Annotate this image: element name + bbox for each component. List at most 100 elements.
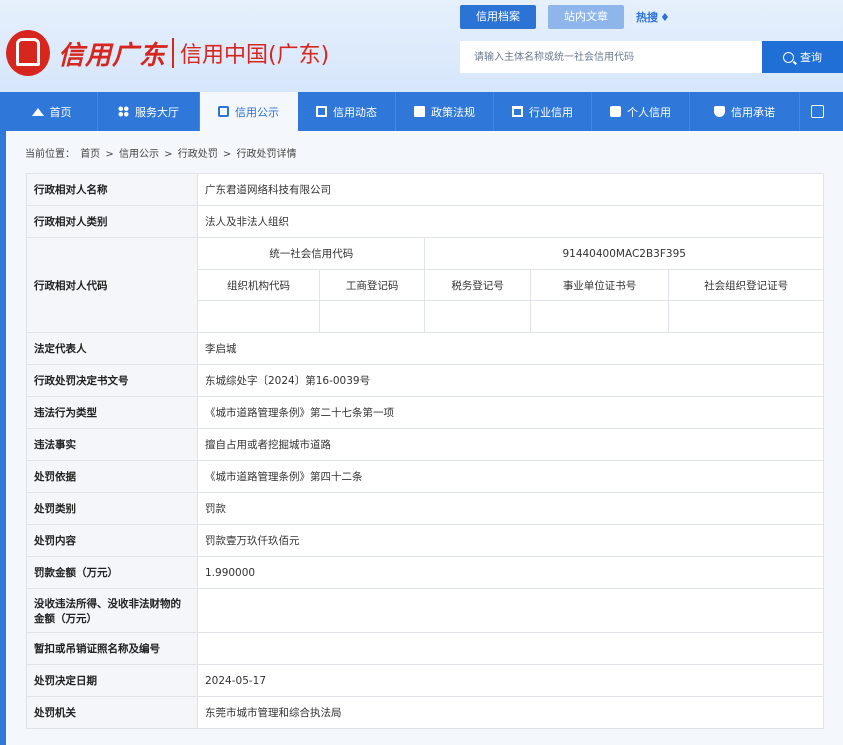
row-value: 东莞市城市管理和综合执法局 — [197, 696, 824, 729]
code-value — [529, 300, 670, 333]
nav-item-label: 信用承诺 — [731, 105, 775, 119]
nav-item-label: 信用动态 — [333, 105, 377, 119]
nav-item-label: 首页 — [49, 105, 72, 119]
code-header: 税务登记号 — [424, 269, 531, 301]
table-row: 违法事实 擅自占用或者挖掘城市道路 — [26, 428, 824, 461]
hot-search-link[interactable]: 热搜 ♦ — [636, 5, 670, 29]
nav-item-home[interactable]: 首页 — [6, 92, 98, 131]
row-value: 东城综处字〔2024〕第16-0039号 — [197, 364, 824, 397]
search-input[interactable] — [460, 41, 762, 73]
main-content: 当前位置： 首页 > 信用公示 > 行政处罚 > 行政处罚详情 行政相对人名称 … — [6, 131, 843, 745]
nav-item-credit-commitment[interactable]: 信用承诺 — [690, 92, 800, 131]
table-row: 处罚依据 《城市道路管理条例》第四十二条 — [26, 460, 824, 493]
row-value: 《城市道路管理条例》第二十七条第一项 — [197, 396, 824, 429]
breadcrumb: 当前位置： 首页 > 信用公示 > 行政处罚 > 行政处罚详情 — [25, 145, 298, 160]
row-label: 处罚类别 — [26, 492, 198, 525]
row-label: 罚款金额（万元） — [26, 556, 198, 589]
search-bar: 查询 — [460, 41, 843, 73]
row-label: 违法行为类型 — [26, 396, 198, 429]
table-row: 行政相对人类别 法人及非法人组织 — [26, 205, 824, 238]
nav-item-policy[interactable]: 政策法规 — [396, 92, 494, 131]
nav-item-industry-credit[interactable]: 行业信用 — [494, 92, 592, 131]
row-value: 李启城 — [197, 332, 824, 365]
row-value: 罚款 — [197, 492, 824, 525]
code-value — [668, 300, 824, 333]
nav-item-service-hall[interactable]: 服务大厅 — [98, 92, 200, 131]
breadcrumb-item-penalty[interactable]: 行政处罚 — [178, 149, 218, 160]
logo-script-text: 信用广东 — [58, 40, 167, 71]
breadcrumb-item-home[interactable]: 首页 — [80, 149, 100, 160]
home-icon — [31, 107, 44, 116]
penalty-detail-table: 行政相对人名称 广东君道网络科技有限公司 行政相对人类别 法人及非法人组织 行政… — [26, 173, 824, 729]
book-icon — [414, 106, 425, 117]
breadcrumb-item-publicity[interactable]: 信用公示 — [119, 149, 159, 160]
building-icon — [512, 106, 523, 117]
code-value — [424, 300, 531, 333]
table-row: 暂扣或吊销证照名称及编号 — [26, 632, 824, 665]
table-row: 罚款金额（万元） 1.990000 — [26, 556, 824, 589]
row-value: 法人及非法人组织 — [197, 205, 824, 238]
table-row: 处罚内容 罚款壹万玖仟玖佰元 — [26, 524, 824, 557]
table-row: 行政相对人代码 统一社会信用代码 91440400MAC2B3F395 — [26, 237, 824, 333]
code-header: 组织机构代码 — [197, 269, 320, 301]
row-value: 1.990000 — [197, 556, 824, 589]
row-value: 《城市道路管理条例》第四十二条 — [197, 460, 824, 493]
expand-icon — [810, 105, 824, 118]
tab-credit-archive[interactable]: 信用档案 — [460, 5, 536, 29]
uscc-label: 统一社会信用代码 — [196, 237, 426, 270]
row-value: 2024-05-17 — [197, 664, 824, 697]
logo-emblem-icon — [6, 30, 50, 76]
row-label: 没收违法所得、没收非法财物的金额（万元） — [26, 588, 198, 633]
table-row: 法定代表人 李启城 — [26, 332, 824, 365]
row-label: 法定代表人 — [26, 332, 198, 365]
row-value — [197, 632, 824, 665]
row-label: 行政处罚决定书文号 — [26, 364, 198, 397]
main-nav: 首页 服务大厅 信用公示 信用动态 政策法规 行业信用 个人信用 信用承诺 — [6, 92, 843, 131]
code-header: 工商登记码 — [318, 269, 426, 301]
row-value: 广东君道网络科技有限公司 — [197, 173, 824, 206]
nav-item-credit-news[interactable]: 信用动态 — [298, 92, 396, 131]
logo-text: 信用中国(广东) — [180, 43, 330, 68]
row-label: 行政相对人名称 — [26, 173, 198, 206]
nav-item-label: 服务大厅 — [135, 105, 179, 119]
code-header: 社会组织登记证号 — [668, 269, 824, 301]
uscc-value: 91440400MAC2B3F395 — [424, 237, 824, 270]
row-label: 行政相对人类别 — [26, 205, 198, 238]
tab-site-articles[interactable]: 站内文章 — [548, 5, 624, 29]
site-header: 信用广东 信用中国(广东) 信用档案 站内文章 热搜 ♦ 查询 — [0, 0, 843, 92]
row-value: 罚款壹万玖仟玖佰元 — [197, 524, 824, 557]
search-button[interactable]: 查询 — [762, 41, 843, 73]
breadcrumb-prefix: 当前位置： — [25, 149, 75, 160]
site-logo[interactable]: 信用广东 信用中国(广东) — [6, 27, 329, 79]
breadcrumb-item-detail: 行政处罚详情 — [236, 149, 297, 160]
hot-search-label: 热搜 — [636, 11, 658, 24]
breadcrumb-separator: > — [164, 149, 173, 160]
breadcrumb-separator: > — [105, 149, 114, 160]
nav-item-label: 政策法规 — [431, 105, 475, 119]
table-row: 处罚决定日期 2024-05-17 — [26, 664, 824, 697]
search-icon — [783, 51, 794, 63]
table-row: 没收违法所得、没收非法财物的金额（万元） — [26, 588, 824, 633]
nav-item-credit-publicity[interactable]: 信用公示 — [200, 92, 298, 131]
code-header: 事业单位证书号 — [529, 269, 670, 301]
nav-expand-button[interactable] — [800, 92, 834, 131]
flame-icon: ♦ — [660, 10, 670, 24]
code-value — [197, 300, 320, 333]
top-tabs: 信用档案 站内文章 热搜 ♦ — [460, 5, 670, 29]
row-label: 处罚依据 — [26, 460, 198, 493]
logo-divider — [172, 38, 175, 68]
row-label: 处罚决定日期 — [26, 664, 198, 697]
row-value — [197, 588, 824, 633]
code-value — [318, 300, 426, 333]
breadcrumb-separator: > — [222, 149, 232, 160]
nav-item-personal-credit[interactable]: 个人信用 — [592, 92, 690, 131]
table-row: 处罚机关 东莞市城市管理和综合执法局 — [26, 696, 824, 729]
id-card-icon — [610, 106, 621, 117]
table-row: 违法行为类型 《城市道路管理条例》第二十七条第一项 — [26, 396, 824, 429]
table-row: 行政相对人名称 广东君道网络科技有限公司 — [26, 173, 824, 206]
nav-item-label: 行业信用 — [529, 105, 573, 119]
table-row: 处罚类别 罚款 — [26, 492, 824, 525]
briefcase-icon — [218, 106, 229, 117]
nav-item-label: 信用公示 — [235, 105, 279, 119]
row-value: 擅自占用或者挖掘城市道路 — [197, 428, 824, 461]
